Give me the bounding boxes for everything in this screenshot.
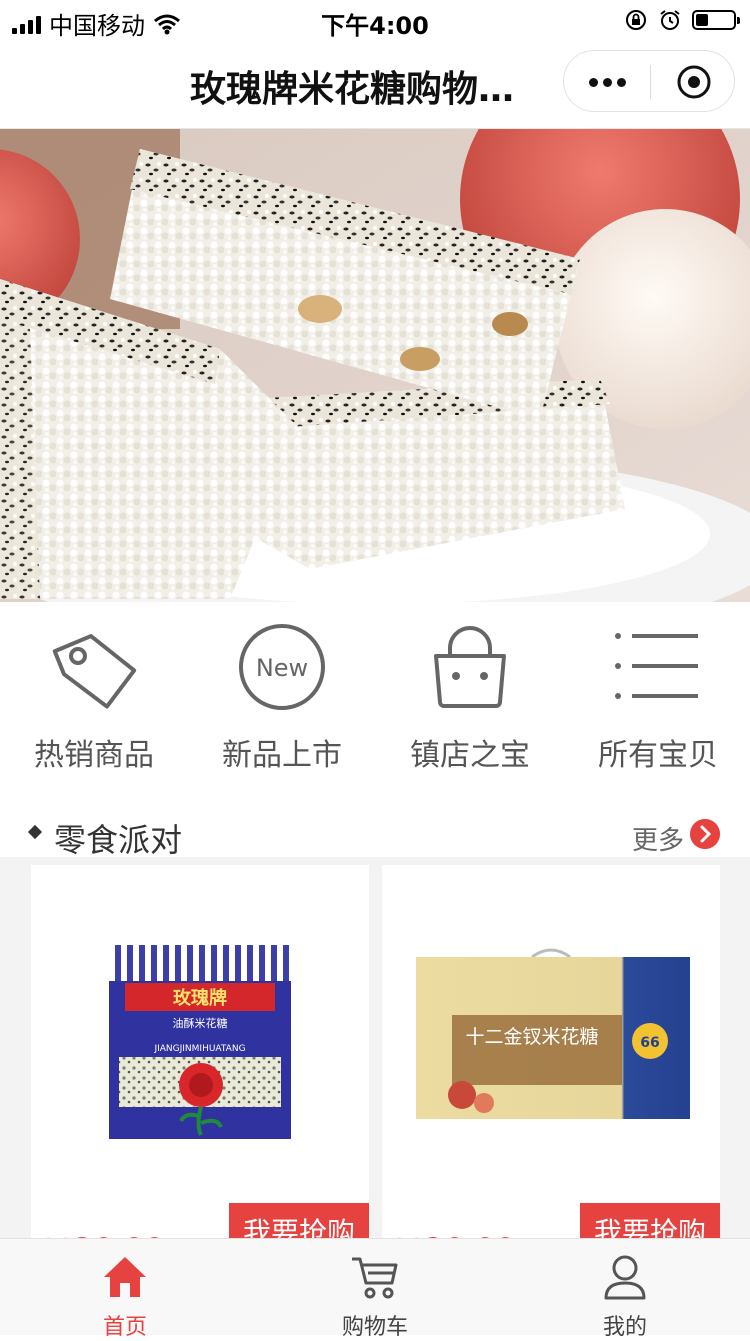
more-dot-icon xyxy=(588,77,598,87)
pack-pinyin-text: JIANGJINMIHUATANG xyxy=(153,1044,245,1054)
tab-bar: 首页 购物车 我的 xyxy=(0,1238,750,1340)
category-hot-sale[interactable]: 热销商品 xyxy=(0,602,188,792)
product-image: 十二金钗米花糖 66 xyxy=(416,948,690,1119)
tab-label: 购物车 xyxy=(341,1315,408,1340)
target-close-icon xyxy=(677,65,710,99)
more-link[interactable]: 更多 xyxy=(632,820,684,857)
pack-sub-text: 油酥米花糖 xyxy=(173,1016,228,1030)
battery-icon xyxy=(692,10,740,30)
section-header: 零食派对 更多 xyxy=(0,805,750,863)
category-grid: 热销商品 New 新品上市 镇店之宝 所有宝贝 xyxy=(0,602,750,792)
diamond-bullet-icon xyxy=(27,824,43,840)
rice-cake-photo xyxy=(0,129,750,602)
orientation-lock-icon xyxy=(626,10,646,30)
tab-label: 首页 xyxy=(102,1315,147,1340)
home-icon xyxy=(104,1257,146,1297)
tab-profile[interactable]: 我的 xyxy=(500,1239,750,1340)
banner-carousel[interactable] xyxy=(0,129,750,602)
more-dot-icon xyxy=(616,77,626,87)
new-badge-text: New xyxy=(256,654,308,682)
product-image: 玫瑰牌 油酥米花糖 JIANGJINMIHUATANG xyxy=(109,945,291,1139)
status-bar: 中国移动 下午4:00 xyxy=(0,0,750,40)
alarm-icon xyxy=(660,10,680,30)
product-card[interactable]: 十二金钗米花糖 66 ￥20.00 我要抢购 xyxy=(382,865,720,1257)
chevron-right-icon[interactable] xyxy=(690,819,720,849)
category-store-treasure[interactable]: 镇店之宝 xyxy=(376,602,564,792)
pack-brand-text: 十二金钗米花糖 xyxy=(465,1026,598,1048)
close-button[interactable] xyxy=(651,51,736,113)
category-label: 热销商品 xyxy=(34,738,154,773)
page-title: 玫瑰牌米花糖购物… xyxy=(190,69,515,110)
user-icon xyxy=(604,1255,646,1300)
list-icon xyxy=(615,633,698,699)
product-card[interactable]: 玫瑰牌 油酥米花糖 JIANGJINMIHUATANG ￥20.00 我要抢购 xyxy=(31,865,369,1257)
tab-cart[interactable]: 购物车 xyxy=(250,1239,500,1340)
pack-brand-text: 玫瑰牌 xyxy=(173,987,227,1009)
category-label: 所有宝贝 xyxy=(598,738,718,773)
product-grid: 玫瑰牌 油酥米花糖 JIANGJINMIHUATANG ￥20.00 我要抢购 xyxy=(0,857,750,1257)
more-button[interactable] xyxy=(564,51,650,113)
pack-badge-text: 66 xyxy=(640,1035,659,1051)
category-label: 新品上市 xyxy=(222,738,342,773)
nav-bar: 玫瑰牌米花糖购物… xyxy=(0,40,750,129)
section-title: 零食派对 xyxy=(54,821,183,859)
tag-icon xyxy=(52,634,137,709)
category-label: 镇店之宝 xyxy=(410,738,530,773)
tab-label: 我的 xyxy=(602,1315,647,1340)
basket-icon xyxy=(434,626,506,708)
category-all-items[interactable]: 所有宝贝 xyxy=(564,602,750,792)
new-icon: New xyxy=(239,624,325,710)
tab-home[interactable]: 首页 xyxy=(0,1239,250,1340)
mini-program-capsule xyxy=(563,50,735,112)
category-new-arrivals[interactable]: New 新品上市 xyxy=(188,602,376,792)
status-right xyxy=(624,8,740,32)
cart-icon xyxy=(352,1257,398,1299)
more-dot-icon xyxy=(602,77,612,87)
